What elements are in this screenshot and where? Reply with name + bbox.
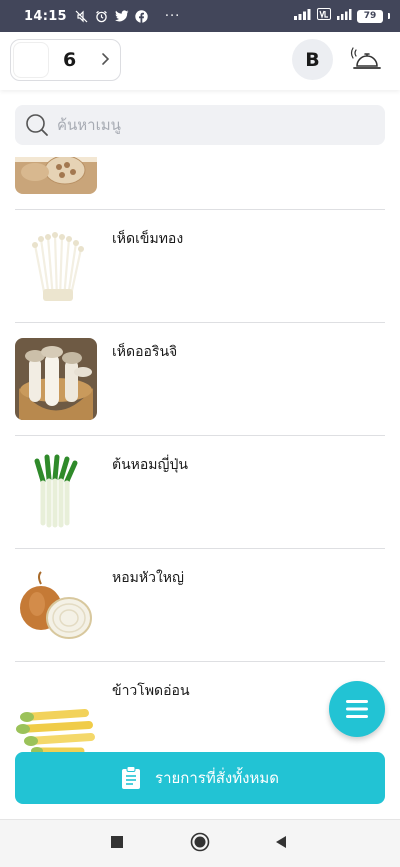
menu-item-name: เห็ดออรินจิ: [112, 344, 178, 360]
menu-item[interactable]: ต้นหอมญี่ปุ่น: [15, 436, 385, 549]
menu-item[interactable]: [15, 157, 385, 210]
menu-item-name: เห็ดเข็มทอง: [112, 231, 184, 247]
status-bar: 14:15 ··· 79: [0, 0, 400, 32]
menu-icon: [346, 700, 368, 718]
volte-icon: [317, 8, 331, 24]
more-notifications-icon: ···: [164, 8, 181, 24]
japanese-leek-image: [15, 451, 97, 533]
eryngii-mushroom-image: [15, 338, 97, 420]
menu-item-name: ข้าวโพดอ่อน: [112, 683, 190, 699]
table-number: 6: [63, 49, 77, 71]
notification-icons: ···: [75, 9, 180, 24]
signal-icon: [336, 8, 352, 24]
menu-item-name: ต้นหอมญี่ปุ่น: [112, 457, 188, 473]
twitter-icon: [114, 9, 129, 23]
table-selector[interactable]: 6: [10, 39, 121, 81]
baby-corn-image: [15, 677, 97, 759]
table-image: [13, 42, 49, 78]
search-icon: [26, 114, 48, 136]
enoki-mushroom-image: [15, 225, 97, 307]
search-input[interactable]: [57, 116, 357, 134]
chevron-right-icon: [101, 51, 110, 70]
clipboard-icon: [122, 766, 141, 789]
home-button[interactable]: [190, 832, 210, 856]
service-bell-icon[interactable]: [350, 44, 384, 74]
onion-image: [15, 564, 97, 646]
mute-icon: [75, 9, 89, 23]
category-menu-button[interactable]: [329, 681, 385, 737]
navigation-bar: [0, 819, 400, 867]
recent-apps-button[interactable]: [110, 834, 124, 853]
facebook-icon: [135, 9, 149, 23]
app-header: 6 B: [0, 32, 400, 90]
battery-icon: 79: [357, 9, 383, 23]
status-time: 14:15: [24, 8, 67, 24]
battery-tip: [388, 13, 390, 19]
back-button[interactable]: [274, 834, 288, 853]
menu-item[interactable]: เห็ดเข็มทอง: [15, 210, 385, 323]
menu-item-name: หอมหัวใหญ่: [112, 570, 184, 586]
signal-icon: [292, 8, 312, 24]
system-icons: 79: [292, 8, 390, 24]
alarm-icon: [95, 9, 109, 23]
menu-item[interactable]: เห็ดออรินจิ: [15, 323, 385, 436]
all-orders-button[interactable]: รายการที่สั่งทั้งหมด: [15, 752, 385, 804]
profile-avatar[interactable]: B: [292, 39, 333, 80]
search-bar[interactable]: [15, 105, 385, 145]
all-orders-label: รายการที่สั่งทั้งหมด: [155, 769, 279, 787]
menu-item[interactable]: หอมหัวใหญ่: [15, 549, 385, 662]
lotus-root-image: [15, 157, 97, 194]
